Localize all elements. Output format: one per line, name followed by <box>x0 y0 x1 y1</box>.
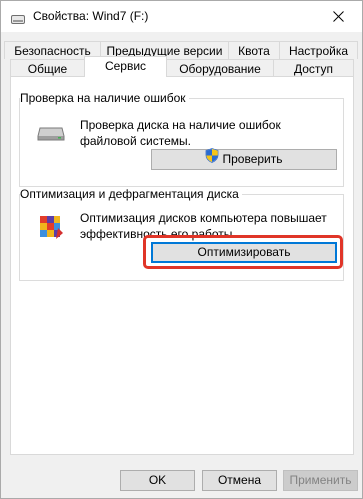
close-button[interactable] <box>316 1 362 32</box>
error-check-description: Проверка диска на наличие ошибок файлово… <box>80 118 281 148</box>
optimize-group: Оптимизация и дефрагментация диска Оптим… <box>19 187 344 281</box>
defrag-icon <box>38 214 64 243</box>
window-title: Свойства: Wind7 (F:) <box>33 9 149 23</box>
check-button[interactable]: Проверить <box>151 147 337 170</box>
drive-icon <box>37 126 65 145</box>
tools-panel: Проверка на наличие ошибок Проверка диск… <box>10 76 354 455</box>
optimize-description: Оптимизация дисков компьютера повышает э… <box>80 211 327 241</box>
optimize-title: Оптимизация и дефрагментация диска <box>20 187 242 202</box>
title-bar: Свойства: Wind7 (F:) <box>1 1 362 32</box>
tab-quota[interactable]: Квота <box>228 41 280 59</box>
optimize-button[interactable]: Оптимизировать <box>151 242 337 263</box>
close-icon <box>333 11 344 22</box>
cancel-button[interactable]: Отмена <box>202 470 277 491</box>
tab-hardware[interactable]: Оборудование <box>166 59 274 77</box>
ok-button[interactable]: OK <box>120 470 195 491</box>
optimize-button-label: Оптимизировать <box>197 245 291 259</box>
tab-general[interactable]: Общие <box>10 59 85 77</box>
apply-button[interactable]: Применить <box>283 470 358 491</box>
drive-icon <box>11 13 25 24</box>
shield-icon <box>205 147 219 169</box>
check-button-label: Проверить <box>222 152 283 166</box>
error-check-title: Проверка на наличие ошибок <box>20 91 189 106</box>
error-check-group: Проверка на наличие ошибок Проверка диск… <box>19 91 344 187</box>
tab-customize[interactable]: Настройка <box>279 41 358 59</box>
tab-tools[interactable]: Сервис <box>84 56 167 77</box>
properties-dialog: Свойства: Wind7 (F:) Безопасность Предыд… <box>0 0 363 499</box>
tab-sharing[interactable]: Доступ <box>273 59 354 77</box>
